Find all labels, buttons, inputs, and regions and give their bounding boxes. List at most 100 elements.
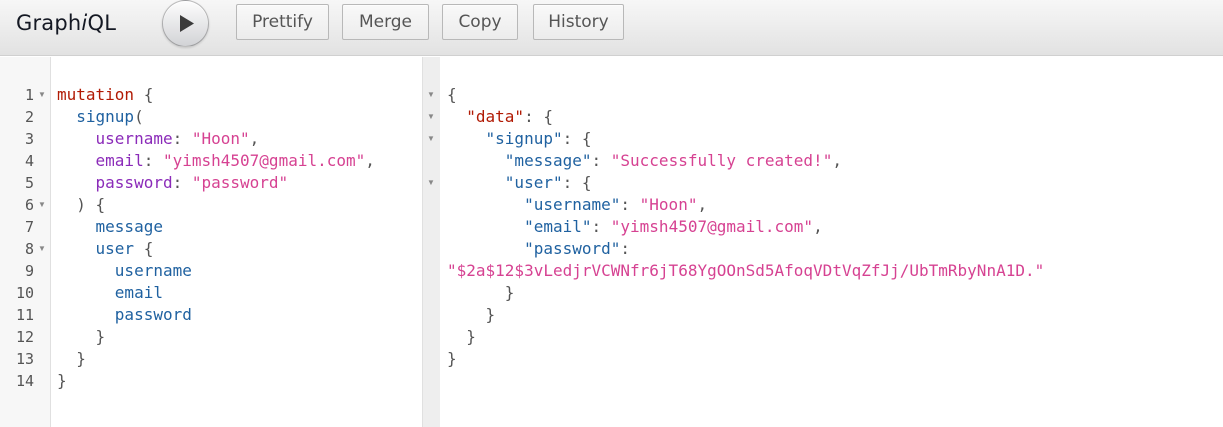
- line-number: 13: [15, 350, 34, 368]
- result-line: "user": {: [447, 172, 592, 194]
- query-token: password: [114, 305, 192, 324]
- result-line: "signup": {: [447, 128, 592, 150]
- result-token: "user": [504, 173, 563, 192]
- copy-button[interactable]: Copy: [442, 4, 518, 40]
- query-token: email: [95, 151, 144, 170]
- query-line: user {: [57, 238, 154, 260]
- query-line: username: [57, 260, 192, 282]
- fold-marker-icon[interactable]: ▼: [37, 194, 47, 216]
- fold-marker-icon[interactable]: ▼: [426, 84, 436, 106]
- line-number: 2: [24, 108, 34, 126]
- fold-marker-icon[interactable]: ▼: [426, 106, 436, 128]
- merge-button[interactable]: Merge: [342, 4, 429, 40]
- result-token: :: [591, 151, 611, 170]
- query-token: [57, 217, 96, 236]
- query-token: }: [57, 371, 67, 390]
- result-line: }: [447, 304, 496, 326]
- query-line: password: [57, 304, 192, 326]
- result-token: [447, 151, 505, 170]
- result-token: [447, 217, 524, 236]
- query-line: }: [57, 370, 67, 392]
- result-viewer: { "data": { "signup": { "message": "Succ…: [440, 57, 1223, 427]
- result-token: [447, 173, 505, 192]
- result-line: "$2a$12$3vLedjrVCWNfr6jT68YgOOnSd5AfoqVD…: [447, 260, 1044, 282]
- query-line: message: [57, 216, 163, 238]
- query-token: :: [172, 129, 192, 148]
- result-token: }: [447, 283, 515, 302]
- result-token: [447, 239, 524, 258]
- result-token: "Successfully created!": [610, 151, 833, 170]
- query-token: signup: [76, 107, 135, 126]
- query-token: [57, 107, 76, 126]
- fold-marker-icon[interactable]: ▼: [426, 128, 436, 150]
- query-token: [57, 305, 115, 324]
- result-token: "message": [504, 151, 592, 170]
- query-line: email: [57, 282, 163, 304]
- fold-marker-icon[interactable]: ▼: [37, 84, 47, 106]
- execute-query-button[interactable]: [162, 0, 209, 47]
- line-number: 9: [24, 262, 34, 280]
- query-token: }: [57, 349, 86, 368]
- result-token: "$2a$12$3vLedjrVCWNfr6jT68YgOOnSd5AfoqVD…: [447, 261, 1045, 280]
- query-token: user: [95, 239, 135, 258]
- line-number: 3: [24, 130, 34, 148]
- query-token: [57, 173, 96, 192]
- result-token: [447, 195, 524, 214]
- result-line: "password":: [447, 238, 630, 260]
- fold-marker-icon[interactable]: ▼: [426, 172, 436, 194]
- result-line: }: [447, 348, 457, 370]
- result-token: [447, 129, 486, 148]
- query-line: email: "yimsh4507@gmail.com",: [57, 150, 375, 172]
- result-token: {: [447, 85, 457, 104]
- query-token: "yimsh4507@gmail.com": [162, 151, 366, 170]
- line-number: 6: [24, 196, 34, 214]
- query-token: mutation: [57, 85, 135, 104]
- result-line: "data": {: [447, 106, 553, 128]
- line-number: 12: [15, 328, 34, 346]
- fold-marker-icon[interactable]: ▼: [37, 238, 47, 260]
- query-editor[interactable]: 1 mutation {2 signup(3 username: "Hoon", 4…: [0, 57, 422, 427]
- query-line: ) {: [57, 194, 105, 216]
- query-token: {: [134, 85, 154, 104]
- result-token: "data": [466, 107, 525, 126]
- result-token: }: [447, 349, 457, 368]
- line-number: 7: [24, 218, 34, 236]
- result-line: "message": "Successfully created!",: [447, 150, 842, 172]
- history-button[interactable]: History: [533, 4, 624, 40]
- result-token: [447, 107, 466, 126]
- result-token: "signup": [485, 129, 563, 148]
- result-line: }: [447, 326, 476, 348]
- app-title-graph: Graph: [16, 11, 82, 35]
- result-token: :: [620, 239, 631, 258]
- query-line: }: [57, 348, 86, 370]
- query-token: :: [172, 173, 192, 192]
- result-token: : {: [562, 129, 592, 148]
- query-token: password: [95, 173, 173, 192]
- result-token: : {: [524, 107, 553, 126]
- result-token: "Hoon": [639, 195, 698, 214]
- query-token: email: [114, 283, 163, 302]
- query-line: signup(: [57, 106, 143, 128]
- query-line: username: "Hoon",: [57, 128, 260, 150]
- line-number: 11: [15, 306, 34, 324]
- query-line: password: "password": [57, 172, 289, 194]
- query-token: message: [95, 217, 163, 236]
- result-line: {: [447, 84, 457, 106]
- result-token: : {: [562, 173, 592, 192]
- query-token: username: [95, 129, 173, 148]
- result-token: ,: [697, 195, 708, 214]
- play-icon: [180, 15, 194, 32]
- result-line: "email": "yimsh4507@gmail.com",: [447, 216, 823, 238]
- query-token: [57, 239, 96, 258]
- query-token: [57, 151, 96, 170]
- query-token: "password": [191, 173, 289, 192]
- query-line: mutation {: [57, 84, 153, 106]
- line-number: 8: [24, 240, 34, 258]
- result-line: }: [447, 282, 515, 304]
- result-token: "username": [524, 195, 621, 214]
- query-token: ) {: [57, 195, 106, 214]
- result-token: ,: [832, 151, 842, 170]
- query-token: [57, 283, 115, 302]
- prettify-button[interactable]: Prettify: [236, 4, 329, 40]
- line-number: 4: [24, 152, 34, 170]
